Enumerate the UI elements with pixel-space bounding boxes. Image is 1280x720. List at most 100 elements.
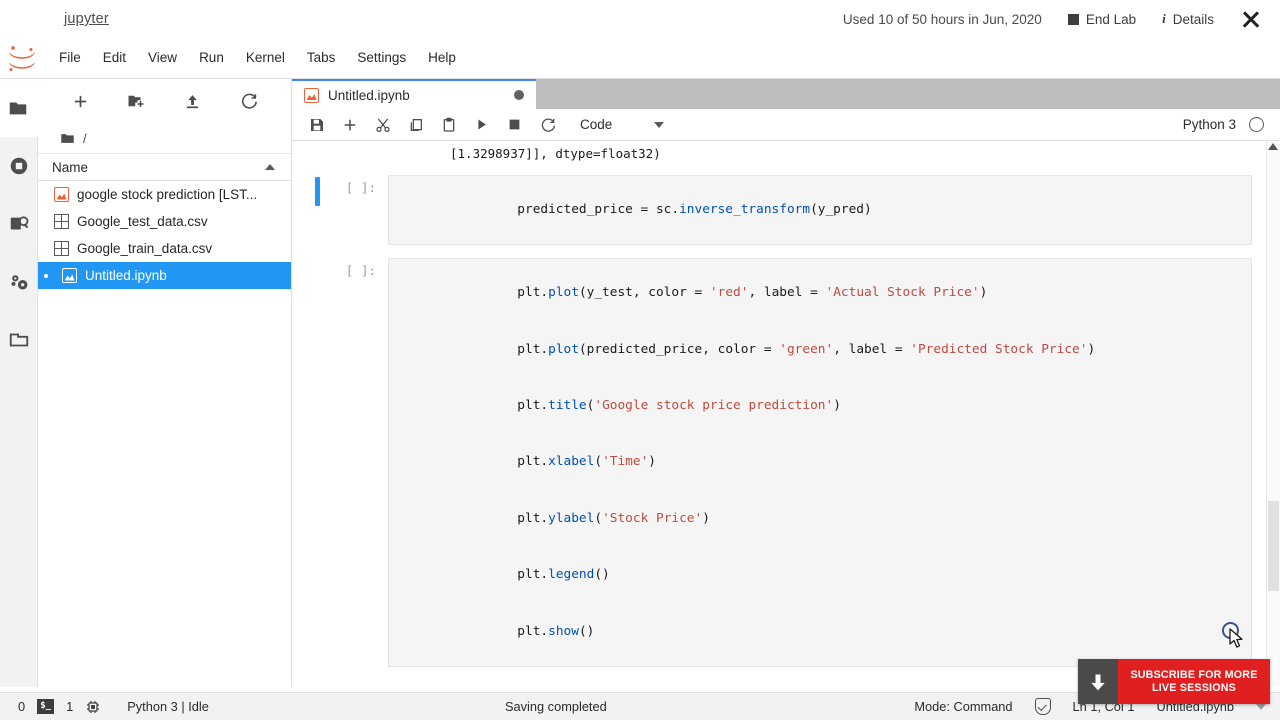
details-button[interactable]: i Details (1162, 11, 1214, 27)
notebook-cell[interactable]: [ ]: predicted_price = sc.inverse_transf… (292, 175, 1280, 246)
upload-button[interactable] (178, 87, 208, 115)
notebook-scroll-area: [1.3298937]], dtype=float32) [ ]: predic… (292, 141, 1280, 687)
file-name: Google_train_data.csv (77, 241, 213, 256)
kernel-name: Python 3 (1182, 117, 1236, 132)
scroll-up-icon[interactable] (1268, 143, 1278, 150)
tab-icon (9, 333, 28, 347)
file-name: Untitled.ipynb (85, 268, 167, 283)
interrupt-button[interactable] (498, 112, 531, 138)
trust-shield-icon[interactable] (1034, 698, 1051, 715)
code-token: , label = (833, 341, 911, 357)
info-icon: i (1162, 11, 1166, 26)
save-icon (310, 118, 323, 131)
cell-editor[interactable]: predicted_price = sc.inverse_transform(y… (388, 175, 1252, 246)
tab-label: Untitled.ipynb (328, 87, 410, 103)
mouse-cursor (1218, 620, 1252, 654)
refresh-button[interactable] (234, 87, 264, 115)
sort-ascending-icon (265, 164, 275, 170)
terminal-icon[interactable]: $_ (37, 699, 55, 714)
code-token: (y_test, color = (578, 285, 710, 301)
code-line: predicted_price = sc.inverse_transform(y… (394, 182, 1241, 238)
sidebar-item-commands[interactable] (0, 195, 38, 253)
kernel-indicator[interactable]: Python 3 (1183, 117, 1272, 132)
notebook-icon (304, 87, 319, 103)
code-token: () (578, 623, 595, 639)
run-button[interactable] (465, 112, 498, 138)
sidebar-item-property-inspector[interactable] (0, 253, 38, 311)
chevron-down-icon (654, 121, 665, 128)
jupyter-brand-link[interactable]: jupyter (64, 11, 109, 27)
end-lab-label: End Lab (1085, 11, 1137, 27)
file-list-header[interactable]: Name (38, 153, 291, 181)
lab-bar-right-group: Used 10 of 50 hours in Jun, 2020 End Lab… (843, 0, 1280, 38)
code-token: ) (1087, 341, 1096, 357)
list-item[interactable]: Google_test_data.csv (38, 208, 291, 235)
new-launcher-button[interactable] (65, 87, 95, 115)
tab-untitled-ipynb[interactable]: Untitled.ipynb (292, 79, 536, 109)
breadcrumb[interactable]: / (38, 123, 291, 153)
file-name: Google_test_data.csv (77, 214, 208, 229)
plus-icon (74, 95, 86, 107)
menu-settings[interactable]: Settings (346, 46, 417, 70)
unsaved-dot-icon (44, 273, 48, 278)
code-token: plt. (517, 341, 549, 357)
cell-type-value: Code (580, 117, 613, 132)
code-token: plt. (517, 454, 549, 470)
paste-button[interactable] (432, 112, 465, 138)
code-token: title (548, 397, 587, 413)
subscribe-line-1: SUBSCRIBE FOR MORE (1130, 668, 1258, 681)
list-item[interactable]: google stock prediction [LST... (38, 181, 291, 208)
menu-file[interactable]: File (48, 46, 92, 70)
chevron-down-icon[interactable] (1256, 703, 1266, 710)
menu-help[interactable]: Help (417, 46, 467, 70)
cut-button[interactable] (366, 112, 399, 138)
code-token: xlabel (548, 454, 595, 470)
code-line: plt.plot(y_test, color = 'red', label = … (394, 265, 1241, 321)
code-token: ( (594, 454, 603, 470)
column-header-name: Name (52, 159, 89, 175)
unsaved-indicator-icon[interactable] (514, 90, 524, 100)
menu-run[interactable]: Run (188, 46, 235, 70)
code-line: plt.title('Google stock price prediction… (394, 378, 1241, 434)
code-token: ) (702, 510, 710, 526)
notebook-vertical-scrollbar[interactable] (1266, 141, 1280, 687)
kernel-chip-icon[interactable] (85, 699, 101, 715)
new-folder-button[interactable] (121, 87, 151, 115)
menu-tabs[interactable]: Tabs (296, 46, 347, 70)
subscribe-banner[interactable]: SUBSCRIBE FOR MORE LIVE SESSIONS (1078, 659, 1270, 704)
list-item[interactable]: Google_train_data.csv (38, 235, 291, 262)
sidebar-item-running[interactable] (0, 137, 38, 195)
jupyter-logo-icon (4, 43, 40, 73)
subscribe-text: SUBSCRIBE FOR MORE LIVE SESSIONS (1118, 659, 1270, 704)
code-token: (y_pred) (810, 201, 872, 217)
cell-editor[interactable]: plt.plot(y_test, color = 'red', label = … (388, 258, 1252, 668)
code-token: 'green' (779, 341, 834, 357)
notebook-icon (62, 268, 77, 283)
sidebar-item-file-browser[interactable] (0, 79, 38, 137)
save-button[interactable] (300, 112, 333, 138)
cell-type-dropdown[interactable]: Code (572, 114, 672, 135)
menu-edit[interactable]: Edit (92, 46, 137, 70)
lab-hours-used: Used 10 of 50 hours in Jun, 2020 (842, 11, 1042, 27)
list-item[interactable]: Untitled.ipynb (38, 262, 291, 289)
editor-mode[interactable]: Mode: Command (914, 699, 1012, 714)
plus-icon (344, 119, 355, 130)
play-icon (478, 119, 486, 130)
csv-icon (54, 214, 69, 229)
scrollbar-thumb[interactable] (1268, 501, 1279, 591)
notebook-cell[interactable]: [ ]: plt.plot(y_test, color = 'red', lab… (292, 258, 1280, 668)
copy-button[interactable] (399, 112, 432, 138)
close-icon[interactable] (1240, 8, 1262, 30)
code-token: ) (648, 454, 657, 470)
subscribe-line-2: LIVE SESSIONS (1152, 681, 1236, 694)
menu-kernel[interactable]: Kernel (235, 46, 296, 70)
end-lab-button[interactable]: End Lab (1067, 11, 1137, 27)
down-arrow-icon (1078, 659, 1118, 704)
sidebar-item-open-tabs[interactable] (0, 311, 38, 369)
insert-cell-button[interactable] (333, 112, 366, 138)
code-token: show (548, 623, 579, 639)
kernel-status: Python 3 | Idle (127, 699, 209, 714)
code-line: plt.ylabel('Stock Price') (394, 491, 1241, 547)
restart-kernel-button[interactable] (531, 112, 564, 138)
menu-view[interactable]: View (137, 46, 188, 70)
